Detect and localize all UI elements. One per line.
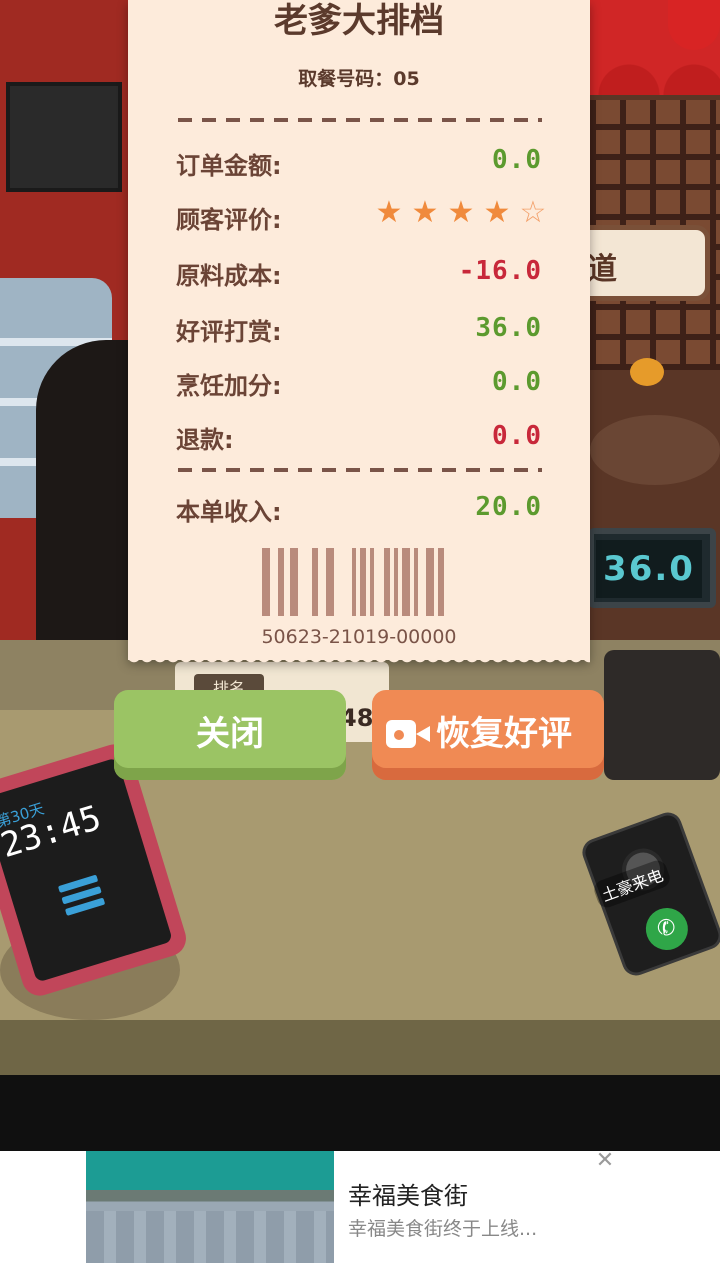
receipt-divider [178,118,542,122]
close-button[interactable]: 关闭 [114,690,346,780]
ingredient-cost-label: 原料成本: [176,262,282,290]
rating-stars: ★ ★ ★ ★ ☆ [374,198,548,228]
register-body [604,650,720,780]
pickup-number: 取餐号码：05 [298,68,420,90]
star-filled-icon: ★ [375,195,403,230]
ad-spacer [0,1075,720,1151]
receipt-serial: 50623-21019-00000 [261,626,457,648]
close-button-label: 关闭 [196,714,264,754]
ad-description: 幸福美食街终于上线... [348,1218,538,1240]
wall-sign-text: 道 [587,252,617,287]
star-empty-icon: ☆ [519,195,547,230]
phone-answer-icon[interactable]: ✆ [639,902,694,956]
cooking-bonus-value: 0.0 [492,367,542,397]
ad-thumbnail[interactable] [86,1151,334,1263]
ad-title[interactable]: 幸福美食街 [348,1176,468,1211]
register-display: 36.0 [596,540,702,598]
order-income-label: 本单收入: [176,498,282,526]
ingredient-cost-value: -16.0 [458,256,542,286]
video-camera-icon [386,718,430,750]
ad-close-icon[interactable]: ✕ [594,1150,616,1172]
order-amount-value: 0.0 [492,145,542,175]
pumpkin-icon [630,358,664,386]
order-income-value: 20.0 [475,492,542,522]
customer-rating-label: 顾客评价: [176,206,282,234]
star-filled-icon: ★ [447,195,475,230]
receipt-torn-edge [128,656,590,668]
restore-review-label: 恢复好评 [436,714,572,754]
refund-label: 退款: [176,426,234,454]
barcode [262,548,458,616]
round-table [590,415,720,485]
restore-review-button[interactable]: 恢复好评 [372,690,604,780]
refund-value: 0.0 [492,421,542,451]
star-filled-icon: ★ [483,195,511,230]
wall-tv [6,82,122,192]
receipt-divider [178,468,542,472]
tip-value: 36.0 [475,313,542,343]
order-amount-label: 订单金额: [176,152,282,180]
counter-front [0,1020,720,1075]
shop-name: 老爹大排档 [274,1,444,41]
cooking-bonus-label: 烹饪加分: [176,372,282,400]
tip-label: 好评打赏: [176,318,282,346]
star-filled-icon: ★ [411,195,439,230]
lantern-icon [668,0,720,50]
